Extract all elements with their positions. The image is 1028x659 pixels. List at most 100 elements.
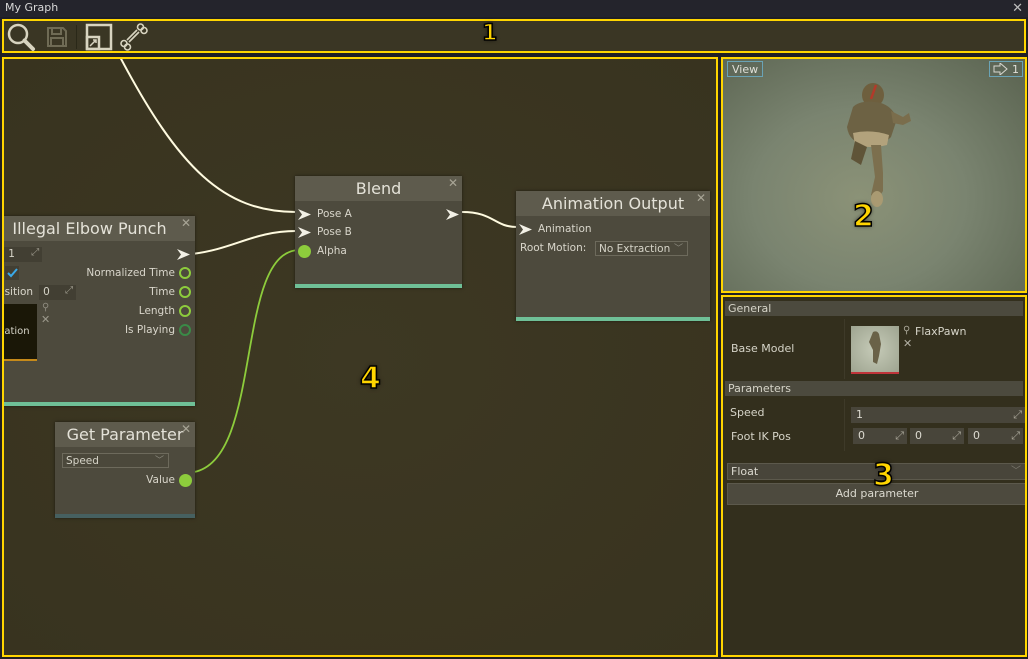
node-close-button[interactable]: ✕: [181, 216, 191, 230]
output-length: Length: [139, 303, 191, 319]
node-footer: [55, 514, 195, 518]
save-icon: [47, 27, 67, 47]
window-title: My Graph: [5, 1, 59, 14]
base-model-name: FlaxPawn: [915, 325, 967, 338]
node-header[interactable]: Illegal Elbow Punch ✕: [4, 216, 195, 241]
animation-asset-picker[interactable]: nation: [4, 304, 37, 361]
node-close-button[interactable]: ✕: [696, 191, 706, 205]
expand-icon: ⤢: [31, 246, 40, 258]
connection-alpha[interactable]: [193, 249, 301, 473]
group-general-header[interactable]: General: [725, 301, 1023, 316]
input-alpha: Alpha: [298, 243, 347, 259]
node-close-button[interactable]: ✕: [181, 422, 191, 436]
node-get-parameter[interactable]: Get Parameter ✕ Speed ﹀ Value: [55, 422, 195, 518]
alpha-pin[interactable]: [298, 244, 311, 258]
node-play-animation[interactable]: Illegal Elbow Punch ✕ peed 1 ⤢ op art Po…: [4, 216, 195, 406]
search-button[interactable]: [5, 22, 37, 52]
node-blend[interactable]: Blend ✕ Pose A Pose B Alpha: [295, 176, 462, 288]
new-parameter-type-dropdown[interactable]: Float ﹀: [727, 463, 1025, 480]
chevron-down-icon: ﹀: [1011, 466, 1021, 477]
chevron-down-icon: ﹀: [154, 456, 164, 466]
show-whole-graph-button[interactable]: [83, 22, 115, 52]
fit-view-icon: [85, 23, 113, 51]
animation-input-pin[interactable]: [519, 223, 532, 235]
asset-search-icon[interactable]: ⚲: [42, 302, 49, 313]
save-button[interactable]: [41, 22, 73, 52]
expand-icon: ⤢: [65, 284, 74, 296]
node-title: Blend: [355, 179, 402, 198]
base-model-search-icon[interactable]: ⚲: [903, 325, 910, 336]
parameter-dropdown[interactable]: Speed ﹀: [62, 453, 169, 468]
node-header[interactable]: Animation Output ✕: [516, 191, 710, 216]
search-icon: [7, 23, 35, 51]
skeleton-button[interactable]: [118, 22, 150, 52]
pose-a-pin[interactable]: [298, 208, 311, 220]
param-foot-ik-z[interactable]: 0 ⤢: [968, 428, 1023, 444]
expand-icon: ⤢: [1011, 429, 1020, 442]
view-menu-button[interactable]: View: [727, 61, 764, 77]
node-title: Illegal Elbow Punch: [12, 219, 167, 238]
input-pose-a: Pose A: [298, 206, 352, 222]
window-close-button[interactable]: ✕: [1012, 0, 1023, 17]
node-animation-output[interactable]: Animation Output ✕ Animation Root Motion…: [516, 191, 710, 321]
playback-speed-button[interactable]: 1: [989, 61, 1023, 77]
play-speed-icon: [993, 63, 1008, 75]
base-model-clear-icon[interactable]: ✕: [903, 337, 912, 350]
column-splitter[interactable]: [844, 399, 845, 451]
param-foot-ik-x[interactable]: 0 ⤢: [853, 428, 907, 444]
node-title: Get Parameter: [66, 425, 184, 444]
add-parameter-button[interactable]: Add parameter: [727, 483, 1025, 505]
param-name-foot-ik-pos[interactable]: Foot IK Pos: [731, 430, 791, 443]
animation-preview-viewport[interactable]: View 1 2: [721, 57, 1027, 293]
input-pose-b: Pose B: [298, 224, 352, 240]
expand-icon: ⤢: [895, 429, 904, 442]
param-name-speed[interactable]: Speed: [730, 406, 764, 419]
window-titlebar: My Graph ✕: [0, 0, 1028, 17]
base-model-preview-image: [869, 331, 881, 364]
node-close-button[interactable]: ✕: [448, 176, 458, 190]
node-header[interactable]: Get Parameter ✕: [55, 422, 195, 447]
output-pose-pin[interactable]: [177, 249, 190, 260]
speed-value-field[interactable]: 1 ⤢: [4, 246, 43, 262]
character-model: [847, 83, 911, 207]
loop-checkbox[interactable]: [5, 266, 20, 280]
toolbar: 1: [2, 19, 1026, 53]
input-animation: Animation: [519, 221, 592, 237]
output-is-playing: Is Playing: [125, 322, 191, 338]
column-splitter[interactable]: [844, 319, 845, 379]
root-motion-dropdown[interactable]: No Extraction ﹀: [595, 241, 688, 256]
base-model-thumbnail[interactable]: [851, 326, 899, 374]
connection-pose-a[interactable]: [119, 59, 297, 213]
bone-icon: [120, 23, 148, 51]
input-start-position: art Position 0 ⤢: [4, 284, 77, 300]
expand-icon: ⤢: [952, 429, 961, 442]
asset-name: nation: [4, 326, 30, 337]
time-pin[interactable]: [179, 286, 191, 298]
asset-clear-icon[interactable]: ✕: [41, 313, 50, 326]
input-speed: peed 1 ⤢: [4, 246, 43, 262]
normalized-time-pin[interactable]: [179, 267, 191, 279]
start-position-field[interactable]: 0 ⤢: [39, 284, 77, 300]
node-title: Animation Output: [541, 194, 685, 213]
param-foot-ik-y[interactable]: 0 ⤢: [910, 428, 964, 444]
output-time: Time: [149, 284, 191, 300]
is-playing-pin[interactable]: [179, 324, 191, 336]
root-motion-row: Root Motion:: [520, 242, 587, 254]
graph-canvas[interactable]: Illegal Elbow Punch ✕ peed 1 ⤢ op art Po…: [2, 57, 718, 657]
annotation-badge-1: 1: [481, 20, 498, 47]
pose-b-pin[interactable]: [298, 226, 311, 238]
length-pin[interactable]: [179, 305, 191, 317]
node-header[interactable]: Blend ✕: [295, 176, 462, 201]
group-parameters-header[interactable]: Parameters: [725, 381, 1023, 396]
blend-output-pin[interactable]: [446, 209, 459, 220]
node-footer: [295, 284, 462, 288]
output-value: Value: [146, 472, 192, 488]
connection-pose-b[interactable]: [191, 230, 297, 255]
node-footer: [516, 317, 710, 321]
checkmark-icon: [7, 268, 18, 278]
connection-output-animation[interactable]: [461, 211, 518, 228]
value-output-pin[interactable]: [179, 473, 192, 487]
node-footer: [4, 402, 195, 406]
param-speed-value[interactable]: 1 ⤢: [851, 407, 1025, 423]
base-model-label: Base Model: [731, 342, 795, 355]
